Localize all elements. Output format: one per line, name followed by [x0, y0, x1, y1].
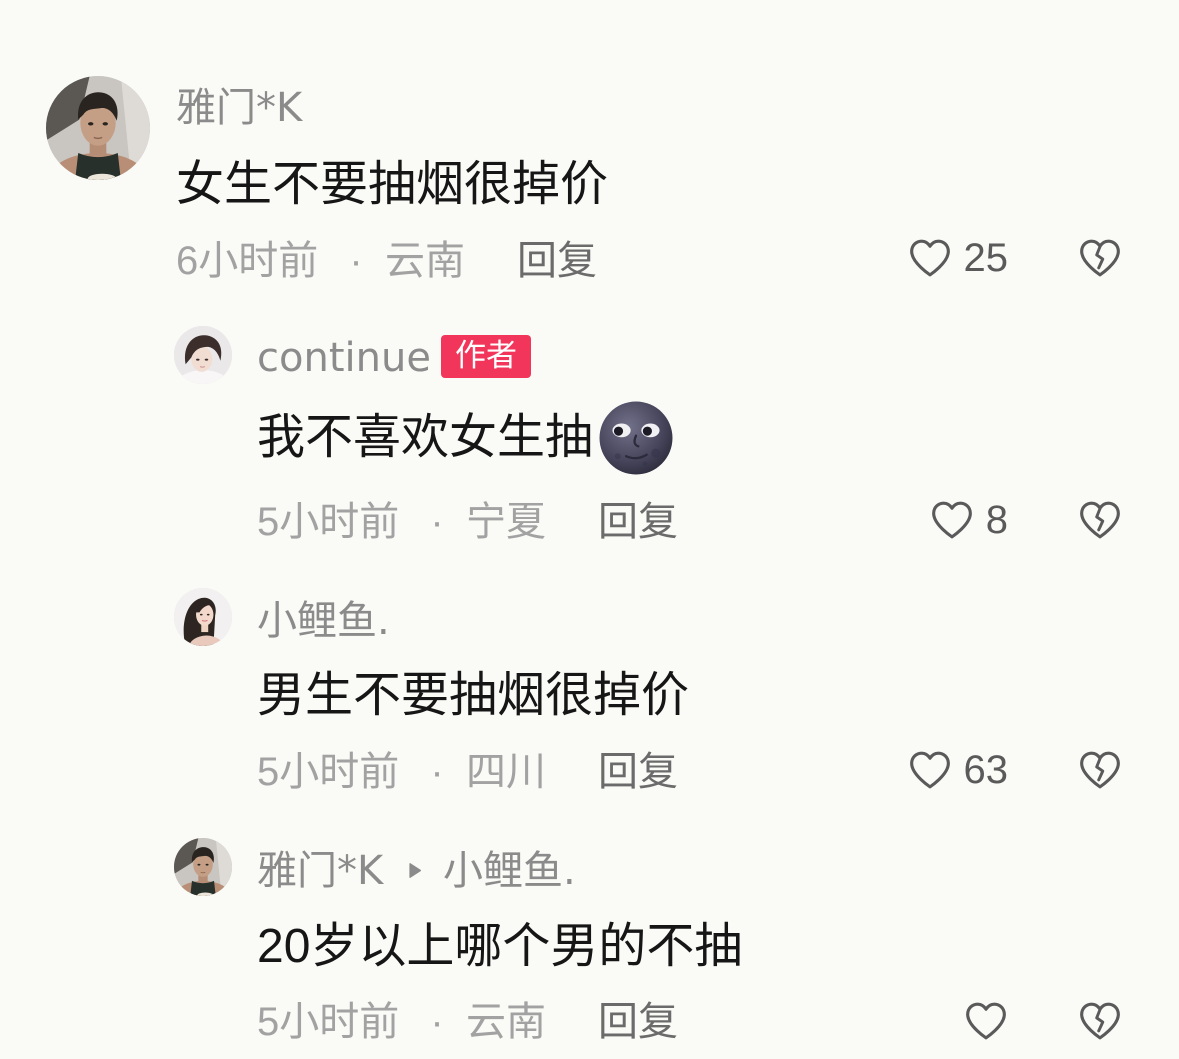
user-photo [174, 588, 232, 646]
avatar-xiaoliyu[interactable] [174, 588, 232, 646]
meta-separator: · [430, 1000, 444, 1044]
reply-text-row: 我不喜欢女生抽 [257, 410, 674, 466]
meta-separator: · [430, 750, 444, 794]
broken-heart-icon [1078, 498, 1122, 542]
reply-item: 雅门*K 小鲤鱼. 20岁以上哪个男的不抽 5小时前 · 云南 回复 [0, 838, 1179, 1050]
broken-heart-icon [1078, 236, 1122, 280]
reply-location: 宁夏 [466, 500, 546, 544]
like-button[interactable]: 25 [908, 236, 1009, 280]
user-photo [46, 76, 150, 180]
avatar-yamen-k[interactable] [174, 838, 232, 896]
like-button[interactable]: 8 [930, 498, 1008, 542]
reply-author[interactable]: 小鲤鱼. [257, 597, 390, 645]
triangle-right-icon [409, 863, 422, 878]
avatar-yamen-k[interactable] [46, 76, 150, 180]
like-count: 63 [963, 748, 1009, 792]
reply-author[interactable]: continue [257, 334, 431, 382]
reply-meta: 5小时前 · 四川 回复 [257, 748, 757, 796]
heart-outline-icon [908, 748, 952, 792]
reply-item: continue 作者 我不喜欢女生抽 5小时前 · 宁夏 回复 8 [0, 326, 1179, 546]
reply-location: 四川 [466, 750, 546, 794]
meta-separator: · [430, 500, 444, 544]
comment-text: 女生不要抽烟很掉价 [176, 158, 609, 211]
author-badge: 作者 [441, 335, 531, 378]
reply-to-user[interactable]: 小鲤鱼. [443, 847, 576, 895]
dislike-button[interactable] [1078, 999, 1122, 1043]
comment-meta: 6小时前 · 云南 回复 [176, 237, 676, 285]
meta-separator: · [349, 239, 363, 283]
comment-item: 雅门*K 女生不要抽烟很掉价 6小时前 · 云南 回复 25 [0, 76, 1179, 286]
reply-text: 男生不要抽烟很掉价 [257, 669, 690, 722]
comment-author[interactable]: 雅门*K [176, 84, 302, 132]
heart-outline-icon [908, 236, 952, 280]
reply-text: 我不喜欢女生抽 [257, 411, 594, 464]
reply-item: 小鲤鱼. 男生不要抽烟很掉价 5小时前 · 四川 回复 63 [0, 588, 1179, 798]
like-button[interactable]: 63 [908, 748, 1009, 792]
heart-outline-icon [964, 999, 1008, 1043]
like-count: 25 [963, 236, 1009, 280]
reply-time: 5小时前 [257, 500, 400, 544]
like-button[interactable] [964, 999, 1008, 1043]
dislike-button[interactable] [1078, 748, 1122, 792]
user-photo [174, 326, 232, 384]
reply-time: 5小时前 [257, 1000, 400, 1044]
reply-button[interactable]: 回复 [517, 237, 597, 285]
reply-author[interactable]: 雅门*K [257, 847, 383, 895]
reply-location: 云南 [466, 1000, 546, 1044]
broken-heart-icon [1078, 748, 1122, 792]
comment-location: 云南 [385, 239, 465, 283]
reply-meta: 5小时前 · 宁夏 回复 [257, 498, 757, 546]
dislike-button[interactable] [1078, 498, 1122, 542]
heart-outline-icon [930, 498, 974, 542]
reply-text: 20岁以上哪个男的不抽 [257, 920, 743, 973]
reply-meta: 5小时前 · 云南 回复 [257, 998, 757, 1046]
dislike-button[interactable] [1078, 236, 1122, 280]
comment-time: 6小时前 [176, 239, 319, 283]
user-photo [174, 838, 232, 896]
reply-text-row: 男生不要抽烟很掉价 [257, 668, 689, 724]
reply-text-row: 20岁以上哪个男的不抽 [257, 919, 742, 975]
reply-button[interactable]: 回复 [598, 748, 678, 796]
broken-heart-icon [1078, 999, 1122, 1043]
comment-text-row: 女生不要抽烟很掉价 [176, 157, 608, 213]
reply-button[interactable]: 回复 [598, 498, 678, 546]
reply-button[interactable]: 回复 [598, 998, 678, 1046]
like-count: 8 [985, 498, 1008, 542]
reply-time: 5小时前 [257, 750, 400, 794]
avatar-continue[interactable] [174, 326, 232, 384]
new-moon-face-emoji [598, 400, 674, 476]
